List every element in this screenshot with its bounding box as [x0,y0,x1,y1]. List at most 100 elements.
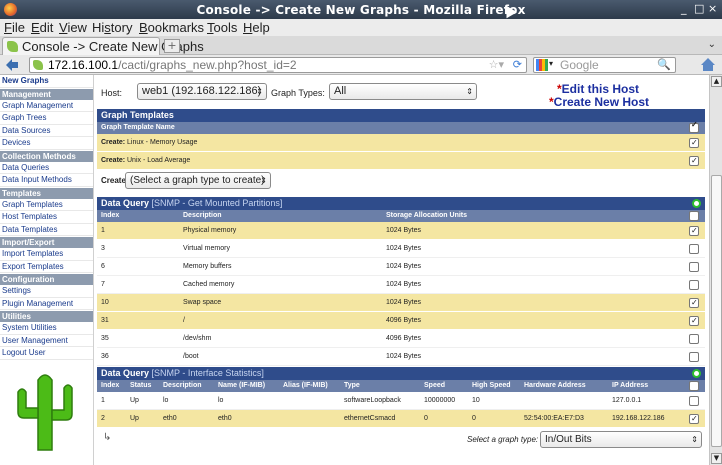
sidebar-item-new-graphs[interactable]: New Graphs [0,75,93,88]
menu-edit[interactable]: Edit [31,20,53,35]
new-tab-button[interactable]: + [164,39,180,53]
select-all-checkbox[interactable] [689,211,699,221]
data-query-storage-box: Data Query [SNMP - Get Mounted Partition… [97,197,705,366]
sidebar-item-settings[interactable]: Settings [0,285,93,298]
scroll-up-arrow-icon[interactable]: ▲ [711,76,722,87]
sidebar-item-import-templates[interactable]: Import Templates [0,248,93,261]
search-bar[interactable]: ▾ Google 🔍 [533,57,676,73]
select-graph-type-label: Select a graph type: [467,435,539,444]
sidebar-item-logout-user[interactable]: Logout User [0,347,93,360]
row-checkbox[interactable] [689,410,699,428]
google-search-engine-icon[interactable] [536,59,548,71]
row-checkbox[interactable] [689,312,699,330]
row-checkbox[interactable] [689,352,699,362]
scroll-thumb[interactable] [711,175,722,447]
edit-host-link[interactable]: Edit this Host [562,82,639,96]
menu-tools[interactable]: Tools [207,20,237,35]
tab-list-chevron-icon[interactable]: ⌄ [708,39,716,50]
back-arrow-icon[interactable] [5,58,19,72]
search-magnifier-icon[interactable]: 🔍 [657,58,671,71]
row-checkbox[interactable] [689,396,699,406]
row-checkbox[interactable] [689,152,699,170]
maximize-button[interactable]: □ [694,2,704,15]
sidebar-item-export-templates[interactable]: Export Templates [0,261,93,273]
host-label: Host: [101,88,123,98]
table-cell: 1 [101,397,105,404]
sidebar-item-graph-templates[interactable]: Graph Templates [0,199,93,211]
table-row: 36/boot 1024 Bytes [97,348,705,366]
row-checkbox[interactable] [689,222,699,240]
sidebar-header-configuration: Configuration [0,273,93,285]
main-panel: Host: web1 (192.168.122.186) ⇕ Graph Typ… [97,75,709,465]
page-content: New Graphs Management Graph Management Grap… [0,75,709,465]
bookmark-star-icon[interactable]: ☆▾ [489,58,504,71]
create-row: Create: (Select a graph type to create) … [97,170,705,192]
sidebar-item-data-templates[interactable]: Data Templates [0,224,93,236]
row-checkbox[interactable] [689,294,699,312]
row-checkbox[interactable] [689,244,699,254]
sidebar-item-host-templates[interactable]: Host Templates [0,211,93,224]
url-bar[interactable]: 172.16.100.1/cacti/graphs_new.php?host_i… [29,57,527,73]
col-type: Type [344,382,360,389]
menu-history[interactable]: History [92,20,132,35]
sidebar-header-import-export: Import/Export [0,236,93,248]
graph-templates-title: Graph Templates [97,109,705,122]
status-ok-icon [692,369,701,378]
col-index: Index [101,382,120,389]
interface-select-value: In/Out Bits [545,434,592,445]
row-checkbox[interactable] [689,262,699,272]
vertical-scrollbar[interactable]: ▲ ▼ [709,75,722,465]
row-checkbox[interactable] [689,334,699,344]
graph-types-select[interactable]: All ⇕ [329,83,477,100]
engine-dropdown-chevron-icon[interactable]: ▾ [549,59,553,68]
menu-help[interactable]: Help [243,20,270,35]
close-button[interactable]: × [708,2,717,15]
sidebar-item-devices[interactable]: Devices [0,137,93,150]
cell-index: 3 [101,245,105,252]
table-cell: softwareLoopback [344,397,401,404]
table-row: 2 Up eth0 eth0 ethernetCsmacd 0 0 52:54:00:EA:E… [97,410,705,428]
table-cell: 52:54:00:EA:E7:D3 [524,415,584,422]
select-all-checkbox[interactable] [689,119,699,133]
menu-bookmarks[interactable]: Bookmarks [139,20,204,35]
sidebar-item-plugin-management[interactable]: Plugin Management [0,298,93,310]
col-storage-units: Storage Allocation Units [386,212,468,219]
col-description: Description [183,212,222,219]
home-icon[interactable] [700,57,716,72]
sidebar-item-graph-management[interactable]: Graph Management [0,100,93,112]
select-updown-icon: ⇕ [260,176,267,185]
create-host-link[interactable]: Create New Host [554,95,649,109]
cell-description: / [183,317,185,324]
scroll-down-arrow-icon[interactable]: ▼ [711,453,722,464]
minimize-button[interactable]: _ [681,2,687,15]
col-hardware-address: Hardware Address [524,382,586,389]
row-checkbox[interactable] [689,280,699,290]
menu-file[interactable]: File [4,20,25,35]
select-updown-icon: ⇕ [691,435,698,444]
reload-icon[interactable]: ⟳ [513,58,522,71]
table-cell: 0 [472,415,476,422]
menu-view[interactable]: View [59,20,87,35]
sidebar-item-user-management[interactable]: User Management [0,335,93,347]
table-cell: 10000000 [424,397,456,404]
cell-index: 36 [101,353,109,360]
sidebar-item-system-utilities[interactable]: System Utilities [0,322,93,335]
interface-header: IP Address Hardware Address High Speed Spee… [97,380,705,392]
url-text[interactable]: 172.16.100.1/cacti/graphs_new.php?host_i… [48,58,297,72]
select-all-checkbox[interactable] [689,381,699,391]
sidebar-item-data-queries[interactable]: Data Queries [0,162,93,174]
search-placeholder: Google [560,58,599,72]
sidebar-item-graph-trees[interactable]: Graph Trees [0,112,93,125]
tab-console[interactable]: Console -> Create New Graphs [2,37,204,55]
interface-graph-type-select[interactable]: In/Out Bits ⇕ [540,431,702,448]
sidebar-item-data-sources[interactable]: Data Sources [0,125,93,137]
table-row: 31 / 4096 Bytes [97,312,705,330]
row-checkbox[interactable] [689,134,699,152]
host-select[interactable]: web1 (192.168.122.186) ⇕ [137,83,267,100]
site-identity-icon [33,60,43,70]
graph-templates-box: Graph Templates Graph Template Name Crea… [97,109,705,192]
sidebar-item-data-input-methods[interactable]: Data Input Methods [0,174,93,187]
table-cell: 192.168.122.186 [612,415,665,422]
return-arrow-icon: ↳ [103,432,112,443]
create-graph-type-select[interactable]: (Select a graph type to create) ⇕ [125,172,271,189]
